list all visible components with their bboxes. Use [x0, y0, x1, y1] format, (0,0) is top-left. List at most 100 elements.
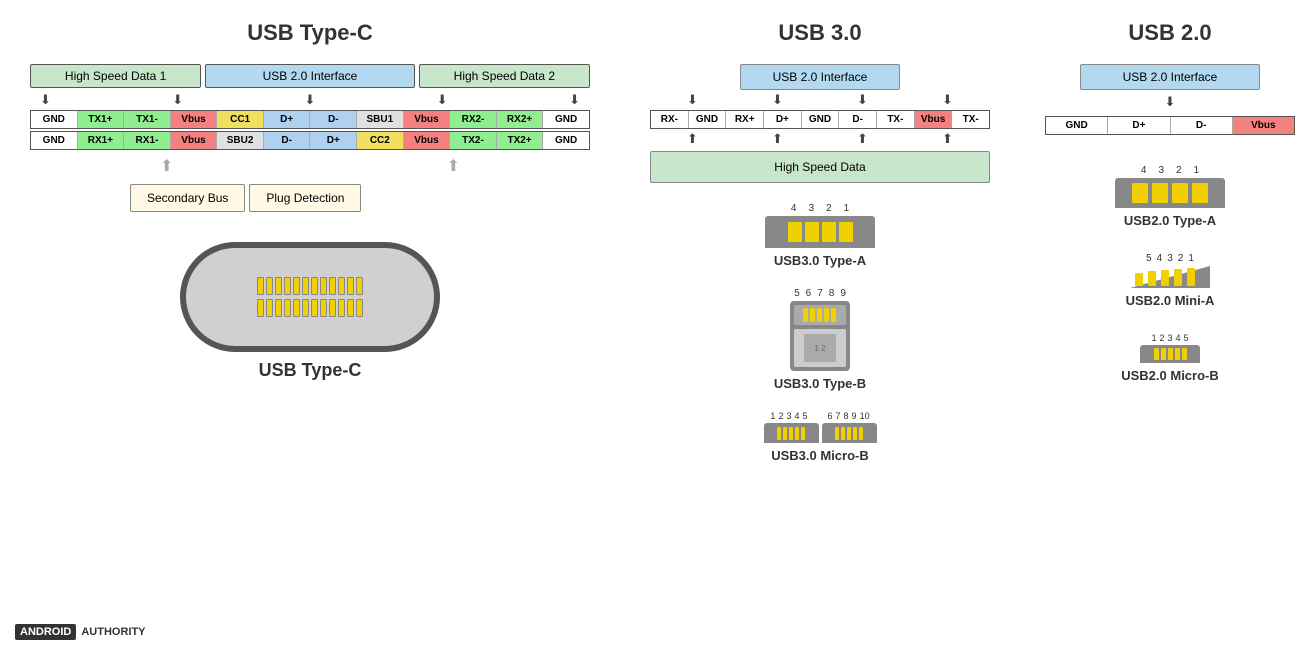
pin-dminus-2: D- [264, 132, 311, 149]
typec-pin [329, 277, 336, 295]
usb30-pin-dplus: D+ [764, 111, 802, 128]
pin-tx2plus: TX2+ [497, 132, 544, 149]
usb30-microb-pin [835, 427, 839, 440]
typec-pin [320, 299, 327, 317]
usb30-microb-pin [783, 427, 787, 440]
usb30-typea-pin2 [805, 222, 819, 242]
usb20-title: USB 2.0 [1128, 20, 1211, 46]
typeb-inner-text: 1 2 [814, 344, 825, 353]
typec-pin [329, 299, 336, 317]
usb30-up-arrow-1: ⬆ [687, 131, 698, 147]
usb20-pin-dplus: D+ [1108, 117, 1170, 134]
pin-vbus-2: Vbus [404, 111, 451, 128]
arrow-down-1: ⬇ [40, 92, 51, 108]
typec-pin [356, 299, 363, 317]
num-1: 1 [1194, 165, 1200, 176]
usb30-typeb-pin [824, 308, 829, 322]
num-2: 2 [1176, 165, 1182, 176]
usb20-microb-name: USB2.0 Micro-B [1121, 368, 1219, 383]
typec-title: USB Type-C [247, 20, 373, 46]
usb20-connectors: 4 3 2 1 USB2.0 Type-A 5 4 3 [1115, 165, 1225, 383]
usb30-typeb-name: USB3.0 Type-B [774, 376, 866, 391]
arrow-up-secondary: ⬆ [160, 156, 173, 176]
usb20-typea-body [1115, 178, 1225, 208]
pin-gnd-1: GND [31, 111, 78, 128]
usb30-pin-dminus: D- [839, 111, 877, 128]
pin-vbus-4: Vbus [404, 132, 451, 149]
usb30-microb-pin [801, 427, 805, 440]
secondary-plug-row: Secondary Bus Plug Detection [30, 184, 590, 212]
usb30-pin-vbus: Vbus [915, 111, 953, 128]
usb30-pins-row: RX- GND RX+ D+ GND D- TX- Vbus TX- [650, 110, 990, 129]
usb30-typeb-pin [803, 308, 808, 322]
usb20-minia-body [1130, 266, 1210, 288]
usb20-microb-numbers: 1 2 3 4 5 [1151, 333, 1188, 343]
usb30-arrow-3: ⬇ [857, 92, 868, 108]
num-8: 8 [844, 411, 849, 421]
typec-pin [320, 277, 327, 295]
usb30-typeb-numbers: 5 6 7 8 9 [794, 288, 846, 299]
usb20-section: USB 2.0 USB 2.0 Interface ⬇ GND D+ D- Vb… [1030, 10, 1304, 640]
pin-tx1plus: TX1+ [78, 111, 125, 128]
num-4: 4 [1141, 165, 1147, 176]
num-9: 9 [840, 288, 846, 299]
usb30-up-arrow-2: ⬆ [772, 131, 783, 147]
arrow-down-3: ⬇ [305, 92, 316, 108]
usb30-arrows-up: ⬆ ⬆ ⬆ ⬆ [650, 131, 990, 147]
usb30-interface-box: USB 2.0 Interface [740, 64, 900, 90]
usb30-pin-gnd1: GND [689, 111, 727, 128]
usb30-section: USB 3.0 USB 2.0 Interface ⬇ ⬇ ⬇ ⬇ RX- GN… [630, 10, 1010, 640]
usb20-pin-gnd: GND [1046, 117, 1108, 134]
usb30-microb-name: USB3.0 Micro-B [771, 448, 869, 463]
usb20-typea-pin4 [1192, 183, 1208, 203]
usb30-typeb-pin [810, 308, 815, 322]
arrow-up-plug: ⬆ [447, 156, 460, 176]
pin-dminus-1: D- [310, 111, 357, 128]
num-5: 5 [1146, 253, 1152, 264]
usb30-microb-pin [789, 427, 793, 440]
typec-oval-shape [180, 242, 440, 352]
usb30-microb-body [764, 423, 877, 443]
usb30-microb-pin [847, 427, 851, 440]
usb20-typea-name: USB2.0 Type-A [1124, 213, 1216, 228]
usb30-typeb-pin [831, 308, 836, 322]
num-8: 8 [829, 288, 835, 299]
usb20-microb-item: 1 2 3 4 5 USB2.0 Micro-B [1121, 333, 1219, 383]
num-2: 2 [826, 203, 832, 214]
num-4: 4 [1176, 333, 1181, 343]
secondary-arrows: ⬆ ⬆ [30, 156, 590, 176]
pin-row-2: GND RX1+ RX1- Vbus SBU2 D- D+ CC2 Vbus T… [30, 131, 590, 150]
usb30-typeb-bottom: 1 2 [794, 329, 846, 367]
num-2: 2 [1159, 333, 1164, 343]
usb30-arrow-2: ⬇ [772, 92, 783, 108]
brand-box: ANDROID [15, 624, 76, 640]
typec-pin [293, 277, 300, 295]
arrow-down-2: ⬇ [172, 92, 183, 108]
usb30-typea-pin1 [788, 222, 802, 242]
typec-pin [275, 299, 282, 317]
usb20-microb-pin [1168, 348, 1173, 360]
usb30-microb-nums-left: 1 2 3 4 5 [770, 411, 807, 421]
usb30-pin-txminus2: TX- [952, 111, 989, 128]
usb20-microb-pin [1154, 348, 1159, 360]
num-3: 3 [1158, 165, 1164, 176]
num-1: 1 [1188, 253, 1194, 264]
pin-rx1plus: RX1+ [78, 132, 125, 149]
usb20-microb-body [1140, 345, 1200, 363]
pin-tx1minus: TX1- [124, 111, 171, 128]
usb30-typea-name: USB3.0 Type-A [774, 253, 866, 268]
usb20-microb-pin [1175, 348, 1180, 360]
typec-connector: USB Type-C [180, 242, 440, 381]
brand-watermark: ANDROID AUTHORITY [15, 624, 146, 640]
usb30-pin-rxplus: RX+ [726, 111, 764, 128]
usb30-pin-txminus: TX- [877, 111, 915, 128]
pin-vbus-3: Vbus [171, 132, 218, 149]
typec-pin [347, 277, 354, 295]
typec-pin [338, 277, 345, 295]
usb30-typea-numbers: 4 3 2 1 [791, 203, 849, 214]
brand-text: AUTHORITY [81, 626, 145, 638]
pin-tx2minus: TX2- [450, 132, 497, 149]
pin-dplus-1: D+ [264, 111, 311, 128]
typec-connector-label: USB Type-C [259, 360, 362, 381]
usb20-typea-pin2 [1152, 183, 1168, 203]
